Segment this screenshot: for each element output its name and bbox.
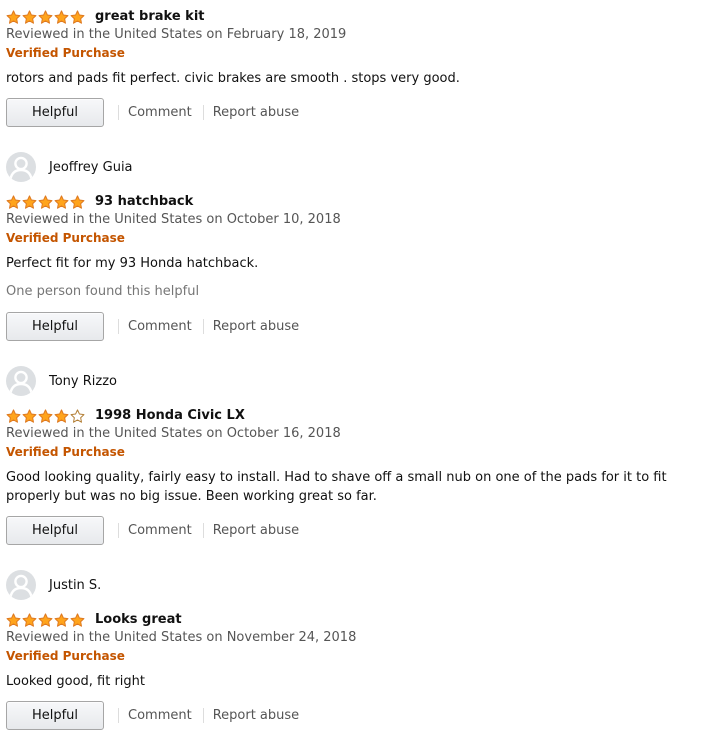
star-filled-icon bbox=[22, 194, 38, 209]
review-body: Looked good, fit right bbox=[6, 674, 146, 689]
star-filled-icon bbox=[22, 9, 38, 24]
verified-purchase-badge[interactable]: Verified Purchase bbox=[6, 231, 125, 245]
star-filled-icon bbox=[70, 9, 86, 24]
report-abuse-link[interactable]: Report abuse bbox=[213, 708, 299, 723]
star-filled-icon bbox=[70, 194, 86, 209]
review-date: Reviewed in the United States on Februar… bbox=[6, 27, 347, 42]
review-date: Reviewed in the United States on October… bbox=[6, 212, 341, 227]
review-body: rotors and pads fit perfect. civic brake… bbox=[6, 71, 460, 86]
star-filled-icon bbox=[6, 9, 22, 24]
rating-title-row: great brake kit bbox=[6, 6, 205, 25]
star-filled-icon bbox=[54, 408, 70, 423]
helpful-button[interactable]: Helpful bbox=[6, 98, 104, 127]
comment-link[interactable]: Comment bbox=[128, 319, 192, 334]
helpful-button[interactable]: Helpful bbox=[6, 701, 104, 730]
reviewer-name[interactable]: Jeoffrey Guia bbox=[49, 160, 133, 175]
reviewer-profile[interactable]: Justin S. bbox=[6, 570, 101, 600]
avatar bbox=[6, 152, 36, 182]
reviews-list: great brake kit Reviewed in the United S… bbox=[0, 0, 709, 736]
rating-title-row: 1998 Honda Civic LX bbox=[6, 405, 245, 424]
review-body: Good looking quality, fairly easy to ins… bbox=[6, 470, 667, 504]
star-filled-icon bbox=[70, 612, 86, 627]
comment-link[interactable]: Comment bbox=[128, 523, 192, 538]
helpful-button[interactable]: Helpful bbox=[6, 516, 104, 545]
review-date: Reviewed in the United States on Novembe… bbox=[6, 630, 357, 645]
review-actions: Helpful Comment Report abuse bbox=[6, 516, 299, 545]
star-rating[interactable] bbox=[6, 194, 86, 209]
review-title[interactable]: Looks great bbox=[95, 612, 182, 627]
avatar bbox=[6, 366, 36, 396]
divider bbox=[118, 523, 119, 538]
comment-link[interactable]: Comment bbox=[128, 105, 192, 120]
star-filled-icon bbox=[38, 9, 54, 24]
comment-link[interactable]: Comment bbox=[128, 708, 192, 723]
divider bbox=[118, 105, 119, 120]
star-filled-icon bbox=[6, 612, 22, 627]
report-abuse-link[interactable]: Report abuse bbox=[213, 319, 299, 334]
helpful-button[interactable]: Helpful bbox=[6, 312, 104, 341]
review-date: Reviewed in the United States on October… bbox=[6, 426, 341, 441]
review-actions: Helpful Comment Report abuse bbox=[6, 701, 299, 730]
divider bbox=[202, 523, 204, 538]
review-title[interactable]: great brake kit bbox=[95, 9, 205, 24]
report-abuse-link[interactable]: Report abuse bbox=[213, 523, 299, 538]
star-filled-icon bbox=[6, 194, 22, 209]
reviewer-profile[interactable]: Tony Rizzo bbox=[6, 366, 117, 396]
star-empty-icon bbox=[70, 408, 86, 423]
star-filled-icon bbox=[38, 408, 54, 423]
star-filled-icon bbox=[22, 612, 38, 627]
star-rating[interactable] bbox=[6, 9, 86, 24]
rating-title-row: 93 hatchback bbox=[6, 191, 193, 210]
report-abuse-link[interactable]: Report abuse bbox=[213, 105, 299, 120]
review-actions: Helpful Comment Report abuse bbox=[6, 312, 299, 341]
review-title[interactable]: 1998 Honda Civic LX bbox=[95, 408, 245, 423]
verified-purchase-badge[interactable]: Verified Purchase bbox=[6, 46, 125, 60]
verified-purchase-badge[interactable]: Verified Purchase bbox=[6, 649, 125, 663]
star-filled-icon bbox=[22, 408, 38, 423]
user-icon bbox=[9, 574, 33, 598]
review-body: Perfect fit for my 93 Honda hatchback. bbox=[6, 256, 259, 271]
review-title[interactable]: 93 hatchback bbox=[95, 194, 193, 209]
divider bbox=[202, 708, 204, 723]
star-rating[interactable] bbox=[6, 612, 86, 627]
divider bbox=[202, 105, 204, 120]
verified-purchase-badge[interactable]: Verified Purchase bbox=[6, 445, 125, 459]
divider bbox=[118, 708, 119, 723]
star-rating[interactable] bbox=[6, 408, 86, 423]
helpful-count: One person found this helpful bbox=[6, 284, 200, 299]
star-filled-icon bbox=[54, 612, 70, 627]
divider bbox=[202, 319, 204, 334]
user-icon bbox=[9, 370, 33, 394]
review-actions: Helpful Comment Report abuse bbox=[6, 98, 299, 127]
star-filled-icon bbox=[38, 194, 54, 209]
divider bbox=[118, 319, 119, 334]
star-filled-icon bbox=[6, 408, 22, 423]
user-icon bbox=[9, 156, 33, 180]
reviewer-name[interactable]: Justin S. bbox=[49, 578, 101, 593]
avatar bbox=[6, 570, 36, 600]
reviewer-profile[interactable]: Jeoffrey Guia bbox=[6, 152, 133, 182]
star-filled-icon bbox=[54, 194, 70, 209]
reviewer-name[interactable]: Tony Rizzo bbox=[49, 374, 117, 389]
star-filled-icon bbox=[54, 9, 70, 24]
rating-title-row: Looks great bbox=[6, 609, 182, 628]
star-filled-icon bbox=[38, 612, 54, 627]
